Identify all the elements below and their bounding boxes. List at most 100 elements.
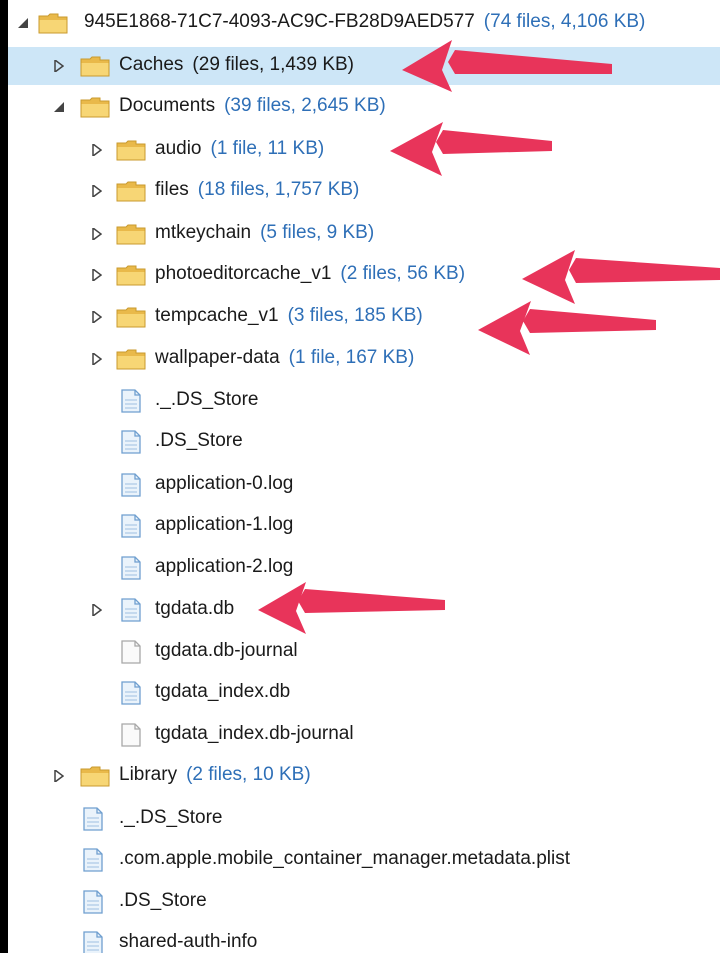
- node-name: 945E1868-71C7-4093-AC9C-FB28D9AED577: [84, 11, 475, 32]
- collapsed-arrow-icon[interactable]: [90, 227, 104, 241]
- tree-node-wallpaper-data[interactable]: wallpaper-data (1 file, 167 KB): [8, 340, 720, 378]
- file-name: tgdata_index.db: [155, 681, 291, 702]
- document-file-icon: [120, 598, 142, 622]
- file-tree-panel: 945E1868-71C7-4093-AC9C-FB28D9AED577 (74 …: [8, 0, 720, 953]
- tree-node-tgdata-db[interactable]: tgdata.db: [8, 591, 720, 629]
- document-file-icon: [82, 848, 104, 872]
- tree-file-tgdata-index-db[interactable]: tgdata_index.db: [8, 674, 720, 712]
- collapsed-arrow-icon[interactable]: [52, 59, 66, 73]
- document-file-icon: [120, 473, 142, 497]
- tree-node-root[interactable]: 945E1868-71C7-4093-AC9C-FB28D9AED577 (74 …: [8, 4, 720, 42]
- node-meta: (18 files, 1,757 KB): [197, 179, 360, 200]
- node-meta: (2 files, 56 KB): [340, 263, 466, 284]
- document-file-icon: [82, 931, 104, 953]
- file-name: tgdata.db: [155, 598, 235, 619]
- file-name: ._.DS_Store: [155, 389, 259, 410]
- folder-icon: [80, 96, 110, 118]
- node-name: photoeditorcache_v1: [155, 263, 332, 284]
- tree-node-photoeditorcache[interactable]: photoeditorcache_v1 (2 files, 56 KB): [8, 256, 720, 294]
- folder-icon: [116, 348, 146, 370]
- tree-file-tgdata-index-db-journal[interactable]: tgdata_index.db-journal: [8, 716, 720, 754]
- tree-node-label: 945E1868-71C7-4093-AC9C-FB28D9AED577 (74 …: [84, 11, 645, 33]
- collapsed-arrow-icon[interactable]: [52, 769, 66, 783]
- expanded-arrow-icon[interactable]: [52, 100, 66, 114]
- folder-icon: [116, 180, 146, 202]
- document-file-icon: [82, 890, 104, 914]
- tree-node-tempcache[interactable]: tempcache_v1 (3 files, 185 KB): [8, 298, 720, 336]
- collapsed-arrow-icon[interactable]: [90, 603, 104, 617]
- folder-icon: [116, 139, 146, 161]
- file-name: application-1.log: [155, 514, 294, 535]
- file-name: tgdata.db-journal: [155, 640, 298, 661]
- node-meta: (2 files, 10 KB): [186, 764, 311, 785]
- node-meta: (1 file, 11 KB): [210, 138, 325, 159]
- tree-node-label: Documents (39 files, 2,645 KB): [119, 95, 386, 117]
- tree-node-label: files (18 files, 1,757 KB): [155, 179, 359, 201]
- tree-file-doc-ds-store[interactable]: .DS_Store: [8, 423, 720, 461]
- collapsed-arrow-icon[interactable]: [90, 143, 104, 157]
- tree-node-documents[interactable]: Documents (39 files, 2,645 KB): [8, 88, 720, 126]
- file-name: shared-auth-info: [119, 931, 258, 952]
- tree-file-application-0-log[interactable]: application-0.log: [8, 466, 720, 504]
- tree-node-label: tempcache_v1 (3 files, 185 KB): [155, 305, 423, 327]
- tree-node-label: mtkeychain (5 files, 9 KB): [155, 222, 374, 244]
- tree-file-metadata-plist[interactable]: .com.apple.mobile_container_manager.meta…: [8, 841, 720, 879]
- file-name: .com.apple.mobile_container_manager.meta…: [119, 848, 570, 869]
- blank-file-icon: [120, 640, 142, 664]
- folder-icon: [116, 264, 146, 286]
- tree-node-files[interactable]: files (18 files, 1,757 KB): [8, 172, 720, 210]
- document-file-icon: [120, 681, 142, 705]
- collapsed-arrow-icon[interactable]: [90, 310, 104, 324]
- node-name: mtkeychain: [155, 222, 252, 243]
- file-name: ._.DS_Store: [119, 807, 223, 828]
- node-name: Documents: [119, 95, 216, 116]
- node-meta: (5 files, 9 KB): [260, 222, 375, 243]
- folder-icon: [116, 223, 146, 245]
- file-name: application-0.log: [155, 473, 294, 494]
- node-name: wallpaper-data: [155, 347, 280, 368]
- folder-icon: [80, 55, 110, 77]
- file-name: application-2.log: [155, 556, 294, 577]
- collapsed-arrow-icon[interactable]: [90, 268, 104, 282]
- tree-file-tgdata-db-journal[interactable]: tgdata.db-journal: [8, 633, 720, 671]
- document-file-icon: [120, 389, 142, 413]
- node-name: Caches: [119, 54, 184, 75]
- tree-node-library[interactable]: Library (2 files, 10 KB): [8, 757, 720, 795]
- document-file-icon: [82, 807, 104, 831]
- file-name: .DS_Store: [155, 430, 243, 451]
- tree-node-audio[interactable]: audio (1 file, 11 KB): [8, 131, 720, 169]
- node-meta: (39 files, 2,645 KB): [224, 95, 386, 116]
- expanded-arrow-icon[interactable]: [16, 16, 30, 30]
- tree-node-label: audio (1 file, 11 KB): [155, 138, 324, 160]
- folder-icon: [38, 12, 68, 34]
- node-meta: (3 files, 185 KB): [287, 305, 423, 326]
- document-file-icon: [120, 556, 142, 580]
- collapsed-arrow-icon[interactable]: [90, 352, 104, 366]
- document-file-icon: [120, 514, 142, 538]
- tree-file-application-2-log[interactable]: application-2.log: [8, 549, 720, 587]
- node-meta: (29 files, 1,439 KB): [192, 54, 355, 75]
- file-name: .DS_Store: [119, 890, 207, 911]
- folder-icon: [80, 765, 110, 787]
- tree-node-mtkeychain[interactable]: mtkeychain (5 files, 9 KB): [8, 215, 720, 253]
- file-name: tgdata_index.db-journal: [155, 723, 354, 744]
- tree-node-label: Caches (29 files, 1,439 KB): [119, 54, 354, 76]
- tree-file-doc-dot-ds-store[interactable]: ._.DS_Store: [8, 382, 720, 420]
- node-meta: (1 file, 167 KB): [288, 347, 415, 368]
- node-name: audio: [155, 138, 202, 159]
- tree-file-root-ds-store[interactable]: .DS_Store: [8, 883, 720, 921]
- blank-file-icon: [120, 723, 142, 747]
- tree-node-caches[interactable]: Caches (29 files, 1,439 KB): [8, 47, 720, 85]
- node-name: Library: [119, 764, 178, 785]
- tree-file-root-dot-ds-store[interactable]: ._.DS_Store: [8, 800, 720, 838]
- node-meta: (74 files, 4,106 KB): [483, 11, 646, 32]
- node-name: tempcache_v1: [155, 305, 279, 326]
- collapsed-arrow-icon[interactable]: [90, 184, 104, 198]
- tree-file-shared-auth-info[interactable]: shared-auth-info: [8, 924, 720, 953]
- tree-file-application-1-log[interactable]: application-1.log: [8, 507, 720, 545]
- tree-node-label: photoeditorcache_v1 (2 files, 56 KB): [155, 263, 465, 285]
- node-name: files: [155, 179, 189, 200]
- tree-node-label: Library (2 files, 10 KB): [119, 764, 311, 786]
- folder-icon: [116, 306, 146, 328]
- tree-node-label: wallpaper-data (1 file, 167 KB): [155, 347, 414, 369]
